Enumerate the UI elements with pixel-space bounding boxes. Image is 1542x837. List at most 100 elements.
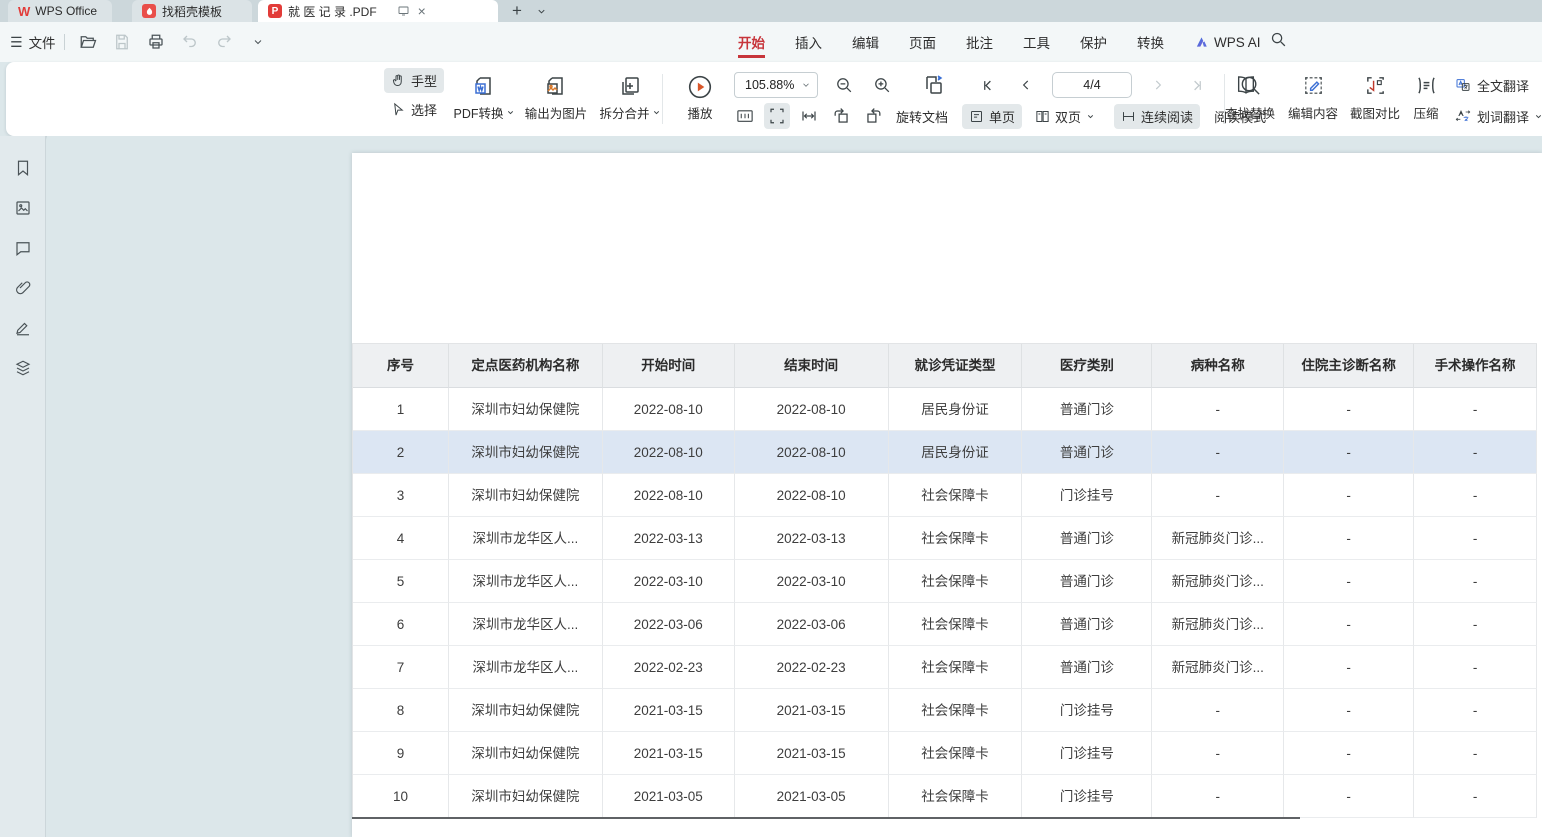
table-cell: 深圳市龙华区人... [449, 560, 603, 603]
rotate-right-icon [864, 107, 883, 126]
docer-icon [142, 4, 156, 18]
close-tab-icon[interactable]: × [418, 3, 426, 19]
select-tool-button[interactable]: 选择 [384, 97, 444, 122]
column-header: 医疗类别 [1022, 344, 1152, 388]
table-cell: 9 [353, 732, 449, 775]
compress-button[interactable]: 压缩 [1404, 70, 1448, 128]
document-canvas[interactable]: 序号定点医药机构名称开始时间结束时间就诊凭证类型医疗类别病种名称住院主诊断名称手… [47, 136, 1542, 837]
column-header: 序号 [353, 344, 449, 388]
chevron-down-icon [1534, 112, 1542, 121]
continuous-read-icon [1121, 109, 1136, 124]
redo-icon[interactable] [212, 30, 236, 54]
table-cell: 普通门诊 [1022, 646, 1152, 689]
column-header: 就诊凭证类型 [889, 344, 1023, 388]
actual-size-button[interactable] [732, 103, 758, 129]
previous-page-icon[interactable] [1014, 73, 1038, 97]
tab-label: 找稻壳模板 [162, 3, 222, 20]
table-cell: 深圳市妇幼保健院 [449, 689, 603, 732]
menu-wps-ai[interactable]: WPS AI [1194, 22, 1261, 62]
file-menu-button[interactable]: ☰ 文件 [10, 22, 56, 62]
pdf-convert-icon [472, 74, 496, 98]
export-image-icon [544, 74, 568, 98]
attachment-icon[interactable] [11, 276, 35, 300]
table-cell: 2022-03-10 [603, 560, 735, 603]
next-page-icon[interactable] [1146, 73, 1170, 97]
tab-list-chevron-icon[interactable] [536, 0, 547, 22]
quickbar-chevron-icon[interactable] [246, 30, 270, 54]
table-cell: 2022-08-10 [735, 474, 889, 517]
tab-document-pdf[interactable]: P 就 医 记 录 .PDF × [258, 0, 498, 22]
menu-convert[interactable]: 转换 [1137, 22, 1164, 62]
rotate-left-button[interactable] [828, 103, 854, 129]
table-cell: 社会保障卡 [889, 603, 1023, 646]
comment-icon[interactable] [11, 236, 35, 260]
menu-annotate[interactable]: 批注 [966, 22, 993, 62]
find-replace-icon [1239, 74, 1262, 97]
table-cell: 深圳市龙华区人... [449, 603, 603, 646]
table-cell: - [1414, 388, 1537, 431]
table-cell: 门诊挂号 [1022, 732, 1152, 775]
tab-docer-templates[interactable]: 找稻壳模板 [132, 0, 252, 22]
menu-page[interactable]: 页面 [909, 22, 936, 62]
signature-pen-icon[interactable] [11, 316, 35, 340]
table-cell: - [1152, 388, 1284, 431]
hand-tool-button[interactable]: 手型 [384, 68, 444, 93]
table-cell: 门诊挂号 [1022, 689, 1152, 732]
menu-edit[interactable]: 编辑 [852, 22, 879, 62]
fit-width-icon [800, 107, 818, 125]
word-translate-button[interactable]: 划词翻译 [1452, 105, 1542, 128]
zoom-out-icon[interactable] [832, 73, 856, 97]
menu-protect[interactable]: 保护 [1080, 22, 1107, 62]
double-page-button[interactable]: 双页 [1028, 104, 1102, 129]
rotate-right-button[interactable] [860, 103, 886, 129]
menu-search-icon[interactable] [1270, 31, 1287, 48]
single-page-icon [969, 109, 984, 124]
table-cell: - [1414, 560, 1537, 603]
rotate-doc-label[interactable]: 旋转文档 [896, 107, 948, 126]
first-page-icon[interactable] [976, 73, 1000, 97]
export-image-button[interactable]: 输出为图片 [520, 70, 592, 128]
screenshot-compare-button[interactable]: 截图对比 [1344, 70, 1406, 128]
table-cell: 2022-02-23 [735, 646, 889, 689]
column-header: 手术操作名称 [1414, 344, 1537, 388]
find-replace-button[interactable]: 查找替换 [1218, 70, 1282, 128]
zoom-level-input[interactable]: 105.88% [734, 72, 818, 98]
page-indicator-input[interactable]: 4/4 [1052, 72, 1132, 98]
tab-wps-office[interactable]: W WPS Office [8, 0, 112, 22]
save-icon[interactable] [110, 30, 134, 54]
monitor-icon[interactable] [397, 5, 410, 17]
zoom-in-icon[interactable] [870, 73, 894, 97]
menu-tools[interactable]: 工具 [1023, 22, 1050, 62]
thumbnail-icon[interactable] [11, 196, 35, 220]
table-cell: 社会保障卡 [889, 775, 1023, 818]
single-page-button[interactable]: 单页 [962, 104, 1022, 129]
new-tab-button[interactable]: + [508, 0, 526, 22]
menu-insert[interactable]: 插入 [795, 22, 822, 62]
undo-icon[interactable] [178, 30, 202, 54]
table-cell: 3 [353, 474, 449, 517]
table-cell: 2021-03-15 [603, 732, 735, 775]
table-cell: 1 [353, 388, 449, 431]
edit-content-button[interactable]: 编辑内容 [1282, 70, 1344, 128]
play-button[interactable]: 播放 [674, 70, 726, 128]
table-cell: - [1152, 431, 1284, 474]
full-translate-button[interactable]: 全文翻译 [1452, 74, 1531, 97]
pdf-convert-button[interactable]: PDF转换 [448, 70, 520, 128]
split-merge-button[interactable]: 拆分合并 [594, 70, 666, 128]
last-page-icon[interactable] [1184, 73, 1208, 97]
fit-page-button[interactable] [764, 103, 790, 129]
menu-start[interactable]: 开始 [738, 22, 765, 62]
fit-width-button[interactable] [796, 103, 822, 129]
table-cell: 2022-08-10 [603, 474, 735, 517]
layers-icon[interactable] [11, 356, 35, 380]
divider [64, 34, 65, 50]
hand-icon [391, 73, 406, 88]
table-cell: 2022-02-23 [603, 646, 735, 689]
continuous-read-button[interactable]: 连续阅读 [1114, 104, 1200, 129]
table-cell: 深圳市妇幼保健院 [449, 775, 603, 818]
open-file-icon[interactable] [76, 30, 100, 54]
replace-pages-icon[interactable] [922, 73, 946, 97]
table-cell: 居民身份证 [889, 431, 1023, 474]
print-icon[interactable] [144, 30, 168, 54]
bookmark-icon[interactable] [11, 156, 35, 180]
